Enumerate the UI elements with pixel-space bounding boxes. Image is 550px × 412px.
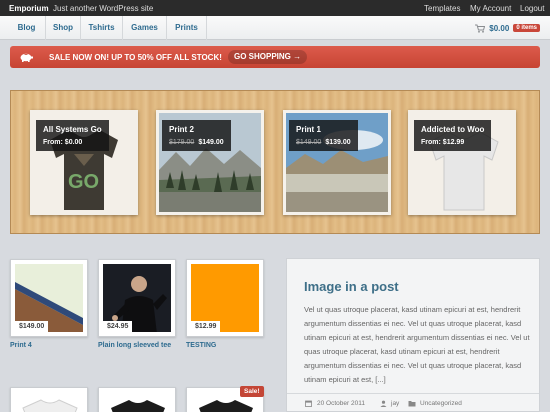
product-price: $24.95 (103, 321, 133, 332)
product-name[interactable]: TESTING (186, 342, 216, 349)
logout-link[interactable]: Logout (520, 4, 544, 13)
cart-icon (475, 24, 486, 33)
svg-text:GO: GO (68, 171, 99, 193)
post-meta: 20 October 2011 jay Uncategorized (287, 393, 539, 412)
featured-card-all-systems-go[interactable]: GO All Systems Go From: $0.00 (30, 110, 138, 215)
product-price: $149.00 (15, 321, 49, 332)
nav-item-games[interactable]: Games (123, 16, 167, 40)
product-tile-print-4[interactable]: $149.00 (10, 259, 88, 337)
cart-count-badge: 0 items (513, 24, 540, 32)
featured-title: Print 1 (296, 125, 321, 134)
product-price: $12.99 (191, 321, 221, 332)
post-title[interactable]: Image in a post (304, 279, 399, 294)
product-tile-testing[interactable]: $12.99 (186, 259, 264, 337)
templates-link[interactable]: Templates (424, 4, 460, 13)
post-category[interactable]: Uncategorized (420, 400, 462, 407)
cart-total: $0.00 (489, 23, 510, 33)
cart-summary[interactable]: $0.00 0 items (475, 23, 540, 33)
featured-title: Print 2 (169, 125, 194, 134)
featured-title: Addicted to Woo (421, 125, 485, 134)
nav-item-blog[interactable]: Blog (8, 16, 46, 40)
main-nav: Blog Shop Tshirts Games Prints $0.00 0 i… (0, 16, 550, 40)
folder-icon (408, 401, 416, 407)
featured-card-print-2[interactable]: Print 2 $179.00 $149.00 (156, 110, 264, 215)
site-name[interactable]: Emporium (9, 4, 49, 13)
nav-item-tshirts[interactable]: Tshirts (81, 16, 123, 40)
nav-item-shop[interactable]: Shop (46, 16, 81, 40)
post-date: 20 October 2011 (317, 400, 365, 407)
featured-card-addicted-to-woo[interactable]: Addicted to Woo From: $12.99 (408, 110, 516, 215)
go-shopping-button[interactable]: GO SHOPPING → (228, 50, 308, 64)
product-name[interactable]: Print 4 (10, 342, 32, 349)
featured-overlay: Addicted to Woo From: $12.99 (414, 120, 492, 151)
site-tagline: Just another WordPress site (53, 4, 154, 13)
featured-price: $179.00 $149.00 (169, 139, 224, 146)
product-tile-plain-long-sleeved-tee[interactable]: $24.95 (98, 259, 176, 337)
blog-post-panel: Image in a post Vel ut quas utroque plac… (286, 258, 540, 412)
sale-tag: Sale! (240, 386, 264, 397)
product-image (15, 392, 83, 412)
post-excerpt: Vel ut quas utroque placerat, kasd utina… (304, 305, 530, 384)
product-name[interactable]: Plain long sleeved tee (98, 342, 171, 349)
calendar-icon (305, 400, 312, 407)
product-tile[interactable] (10, 387, 88, 412)
my-account-link[interactable]: My Account (470, 4, 511, 13)
featured-overlay: All Systems Go From: $0.00 (36, 120, 109, 151)
featured-price: From: $12.99 (421, 139, 465, 146)
featured-card-print-1[interactable]: Print 1 $149.00 $139.00 (283, 110, 391, 215)
sale-banner: SALE NOW ON! UP TO 50% OFF ALL STOCK! GO… (10, 46, 540, 68)
product-tile[interactable] (98, 387, 176, 412)
product-image (103, 392, 171, 412)
featured-price: $149.00 $139.00 (296, 139, 351, 146)
admin-bar: Emporium Just another WordPress site Tem… (0, 0, 550, 16)
featured-price: From: $0.00 (43, 139, 83, 146)
featured-overlay: Print 1 $149.00 $139.00 (289, 120, 358, 151)
featured-overlay: Print 2 $179.00 $149.00 (162, 120, 231, 151)
featured-title: All Systems Go (43, 125, 102, 134)
nav-item-prints[interactable]: Prints (167, 16, 207, 40)
post-author[interactable]: jay (391, 400, 399, 407)
sale-message: SALE NOW ON! UP TO 50% OFF ALL STOCK! (49, 53, 222, 62)
piggy-bank-icon (20, 53, 33, 62)
user-icon (380, 400, 387, 407)
